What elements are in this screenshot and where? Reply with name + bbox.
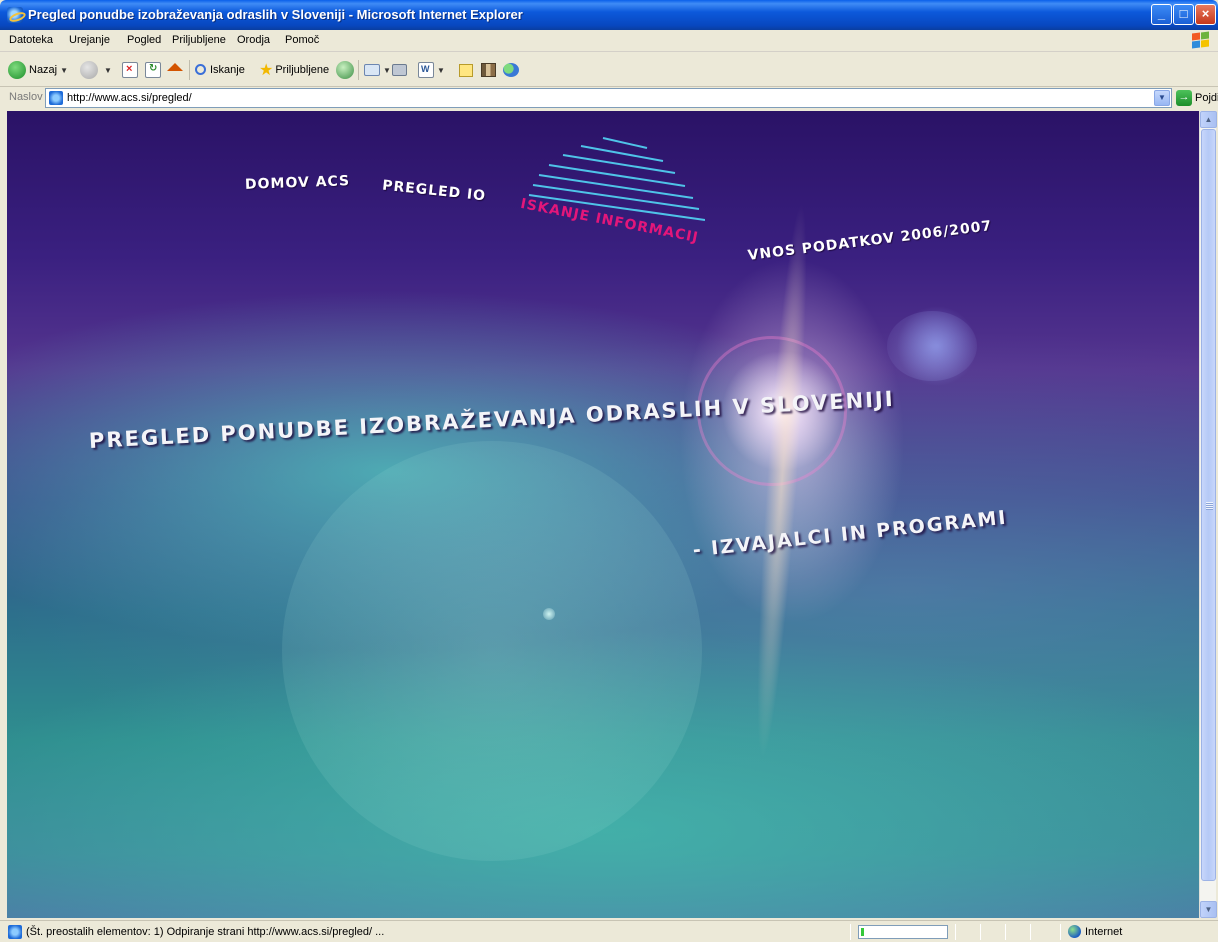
forward-arrow-icon (80, 61, 98, 79)
address-url: http://www.acs.si/pregled/ (67, 92, 192, 104)
mail-dropdown-icon[interactable]: ▼ (383, 66, 391, 75)
toolbar-separator (358, 60, 359, 80)
title-bar[interactable]: Pregled ponudbe izobraževanja odraslih v… (0, 0, 1218, 30)
page-icon (49, 91, 63, 105)
mail-icon (364, 64, 380, 76)
favorites-button[interactable]: ★ Priljubljene (259, 59, 329, 81)
status-bar: (Št. preostalih elementov: 1) Odpiranje … (0, 920, 1218, 942)
mail-button[interactable]: ▼ (364, 59, 391, 81)
status-text: (Št. preostalih elementov: 1) Odpiranje … (26, 926, 385, 938)
go-label: Pojdi (1195, 92, 1218, 104)
word-icon: W (418, 62, 434, 78)
address-input[interactable]: http://www.acs.si/pregled/ ▼ (45, 88, 1172, 108)
window-title: Pregled ponudbe izobraževanja odraslih v… (28, 7, 523, 22)
address-dropdown-icon[interactable]: ▼ (1154, 90, 1170, 106)
go-arrow-icon: → (1176, 90, 1192, 106)
printer-icon (392, 64, 407, 76)
messenger-button[interactable] (503, 59, 519, 81)
restore-button[interactable]: □ (1173, 4, 1194, 25)
go-button[interactable]: → Pojdi (1176, 89, 1218, 107)
zone-label: Internet (1085, 925, 1123, 938)
lens-flare-disc (282, 441, 702, 861)
page-viewport: DOMOV ACS PREGLED IO ISKANJE INFORMACIJ … (7, 111, 1199, 918)
star-icon: ★ (259, 62, 274, 79)
menu-orodja[interactable]: Orodja (237, 34, 270, 46)
status-divider (980, 924, 981, 940)
back-arrow-icon (8, 61, 26, 79)
close-button[interactable]: × (1195, 4, 1216, 25)
vertical-scrollbar[interactable]: ▲ ▼ (1199, 111, 1217, 918)
search-icon (195, 63, 206, 75)
browser-window: Pregled ponudbe izobraževanja odraslih v… (0, 0, 1218, 942)
menu-urejanje[interactable]: Urejanje (69, 34, 110, 46)
stop-button[interactable]: × (122, 59, 138, 81)
forward-dropdown-icon[interactable]: ▼ (104, 66, 112, 75)
status-divider (850, 924, 851, 940)
search-button[interactable]: Iskanje (195, 59, 245, 81)
messenger-icon (503, 63, 519, 77)
research-button[interactable] (481, 59, 496, 81)
favorites-label: Priljubljene (275, 64, 330, 76)
refresh-button[interactable]: ↻ (145, 59, 161, 81)
note-icon (459, 63, 473, 77)
menu-pomoc[interactable]: Pomoč (285, 34, 319, 46)
windows-logo-icon (1190, 31, 1210, 50)
research-icon (481, 63, 496, 77)
forward-button[interactable]: ▼ (80, 59, 112, 81)
address-bar: Naslov http://www.acs.si/pregled/ ▼ → Po… (0, 87, 1218, 109)
refresh-icon: ↻ (145, 62, 161, 78)
history-button[interactable] (336, 59, 357, 81)
lens-flare-spot (887, 311, 977, 381)
headline-line2: - IZVAJALCI IN PROGRAMI (691, 506, 1009, 562)
status-divider (1030, 924, 1031, 940)
home-button[interactable] (167, 59, 183, 81)
scroll-up-icon[interactable]: ▲ (1200, 111, 1217, 128)
back-label: Nazaj (29, 64, 58, 76)
print-button[interactable] (392, 59, 407, 81)
page-loading-icon (8, 925, 22, 939)
discuss-button[interactable] (459, 59, 473, 81)
ie-logo-icon (7, 7, 23, 23)
nav-vnos-podatkov[interactable]: VNOS PODATKOV 2006/2007 (747, 218, 993, 264)
menu-priljubljene[interactable]: Priljubljene (172, 34, 226, 46)
status-divider (955, 924, 956, 940)
scroll-grip-icon (1206, 502, 1213, 510)
status-divider (1060, 924, 1061, 940)
edit-dropdown-icon[interactable]: ▼ (437, 66, 445, 75)
scroll-thumb[interactable] (1201, 129, 1216, 881)
status-divider (1005, 924, 1006, 940)
home-icon (167, 63, 183, 71)
security-zone[interactable]: Internet (1068, 925, 1122, 938)
edit-button[interactable]: W ▼ (418, 59, 445, 81)
back-button[interactable]: Nazaj ▼ (8, 59, 68, 81)
back-dropdown-icon[interactable]: ▼ (60, 66, 68, 75)
toolbar: Nazaj ▼ ▼ × ↻ Iskanje ★ Priljubljene ▼ W… (0, 52, 1218, 87)
history-icon (336, 61, 354, 79)
search-label: Iskanje (210, 64, 245, 76)
progress-bar (858, 925, 948, 939)
menu-pogled[interactable]: Pogled (127, 34, 161, 46)
nav-pregled-io[interactable]: PREGLED IO (381, 178, 486, 205)
minimize-button[interactable]: _ (1151, 4, 1172, 25)
nav-domov-acs[interactable]: DOMOV ACS (245, 173, 351, 193)
menu-datoteka[interactable]: Datoteka (9, 34, 53, 46)
progress-fill (861, 928, 864, 936)
address-label: Naslov (9, 91, 43, 103)
scroll-down-icon[interactable]: ▼ (1200, 901, 1217, 918)
lens-flare-dot (543, 608, 555, 620)
toolbar-separator (189, 60, 190, 80)
globe-icon (1068, 925, 1081, 938)
stop-icon: × (122, 62, 138, 78)
menu-bar: Datoteka Urejanje Pogled Priljubljene Or… (0, 30, 1218, 52)
